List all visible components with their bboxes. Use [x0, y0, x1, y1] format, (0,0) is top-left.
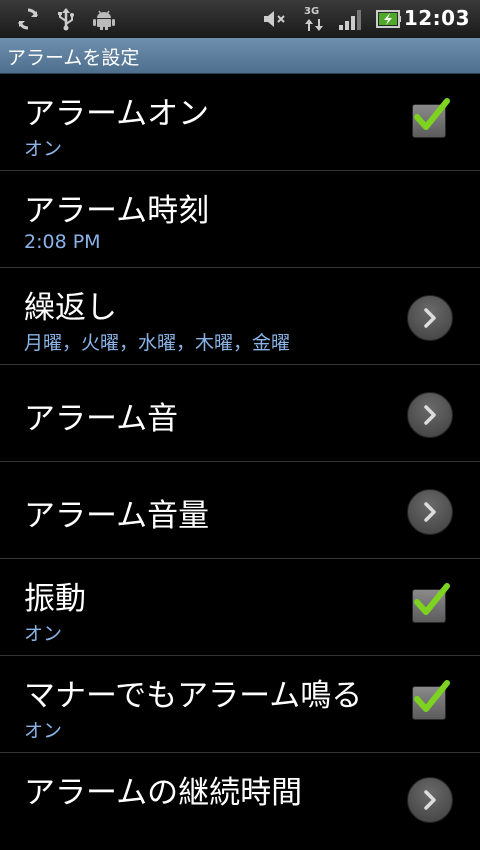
- check-icon: [414, 680, 450, 712]
- alarm-sound-chevron-button[interactable]: [407, 392, 453, 438]
- setting-subtitle: 2:08 PM: [24, 231, 101, 253]
- setting-alarm-time[interactable]: アラーム時刻 2:08 PM: [0, 171, 480, 268]
- network-label: 3G: [304, 6, 320, 17]
- setting-title: マナーでもアラーム鳴る: [24, 678, 363, 714]
- alarm-volume-chevron-button[interactable]: [407, 489, 453, 535]
- setting-title: アラームオン: [24, 96, 210, 132]
- setting-subtitle: オン: [24, 623, 63, 645]
- setting-title: 繰返し: [24, 290, 117, 326]
- vibrate-checkbox[interactable]: [412, 583, 450, 623]
- setting-alarm-on[interactable]: アラームオン オン: [0, 74, 480, 171]
- setting-title: アラーム時刻: [24, 193, 210, 229]
- setting-subtitle: 月曜，火曜，水曜，木曜，金曜: [24, 332, 291, 354]
- check-icon: [414, 98, 450, 130]
- setting-subtitle: オン: [24, 138, 63, 160]
- status-bar: 3G 12:03: [0, 0, 480, 38]
- setting-alarm-volume[interactable]: アラーム音量: [0, 462, 480, 559]
- setting-vibrate[interactable]: 振動 オン: [0, 559, 480, 656]
- android-debug-icon: [93, 10, 115, 30]
- setting-subtitle: オン: [24, 720, 63, 742]
- signal-icon: [339, 10, 361, 30]
- clock: 12:03: [403, 6, 470, 30]
- setting-title: アラーム音: [24, 401, 179, 437]
- chevron-right-icon: [424, 790, 436, 810]
- setting-title: アラーム音量: [24, 498, 210, 534]
- usb-icon: [58, 8, 74, 31]
- battery-charging-icon: [376, 10, 401, 28]
- chevron-right-icon: [424, 405, 436, 425]
- network-3g-icon: 3G: [304, 6, 324, 32]
- chevron-right-icon: [424, 308, 436, 328]
- sync-icon: [18, 8, 38, 30]
- check-icon: [414, 583, 450, 615]
- setting-alarm-sound[interactable]: アラーム音: [0, 365, 480, 462]
- alarm-duration-chevron-button[interactable]: [407, 777, 453, 823]
- setting-repeat[interactable]: 繰返し 月曜，火曜，水曜，木曜，金曜: [0, 268, 480, 365]
- setting-silent-mode-alarm[interactable]: マナーでもアラーム鳴る オン: [0, 656, 480, 753]
- setting-alarm-duration[interactable]: アラームの継続時間: [0, 753, 480, 850]
- mute-icon: [264, 11, 285, 27]
- setting-title: アラームの継続時間: [24, 775, 303, 811]
- silent-mode-alarm-checkbox[interactable]: [412, 680, 450, 720]
- chevron-right-icon: [424, 502, 436, 522]
- repeat-chevron-button[interactable]: [407, 295, 453, 341]
- page-title: アラームを設定: [7, 47, 140, 69]
- setting-title: 振動: [24, 581, 86, 617]
- title-bar: アラームを設定: [0, 38, 480, 74]
- settings-list: アラームオン オン アラーム時刻 2:08 PM 繰返し 月曜，火曜，水曜，木曜…: [0, 74, 480, 850]
- alarm-on-checkbox[interactable]: [412, 98, 450, 138]
